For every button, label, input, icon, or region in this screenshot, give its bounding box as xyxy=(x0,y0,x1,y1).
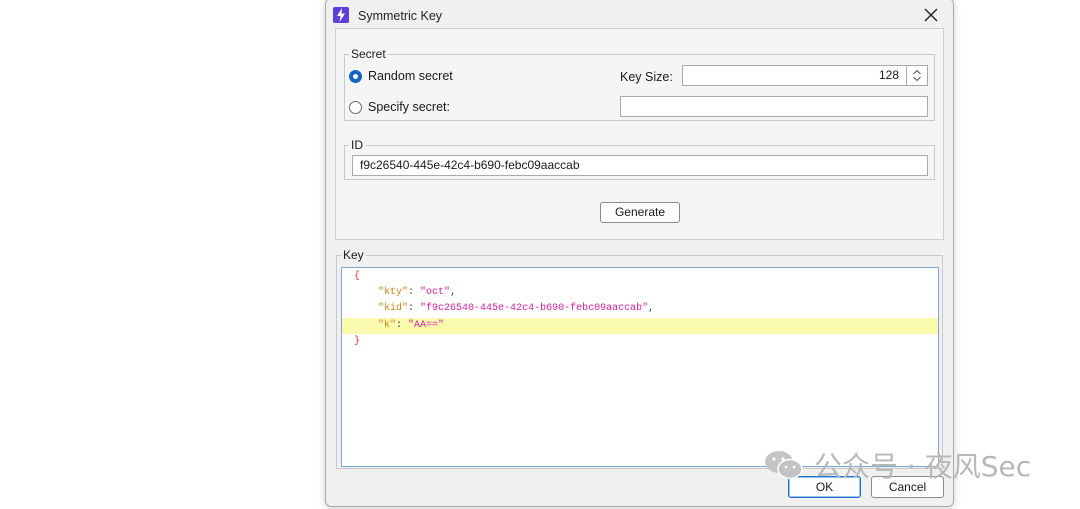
json-open-brace: { xyxy=(354,271,361,282)
key-size-spinner[interactable]: 128 xyxy=(682,65,928,86)
settings-panel: Secret Random secret Specify secret: Key… xyxy=(335,28,944,240)
specify-secret-radio[interactable]: Specify secret: xyxy=(349,100,450,114)
radio-selected-indicator xyxy=(349,69,362,83)
specify-secret-label: Specify secret: xyxy=(368,100,450,114)
json-comma: , xyxy=(450,287,457,298)
dialog-title: Symmetric Key xyxy=(358,9,443,23)
app-lightning-icon xyxy=(333,7,349,23)
radio-unselected-indicator xyxy=(349,100,362,114)
symmetric-key-dialog: Symmetric Key Secret Random secret Speci… xyxy=(325,0,954,507)
random-secret-label: Random secret xyxy=(368,69,453,83)
title-bar: Symmetric Key xyxy=(326,0,953,31)
json-line: } xyxy=(342,334,938,350)
json-value: "AA==" xyxy=(408,320,445,331)
key-json-editor[interactable]: { "kty": "oct", "kid": "f9c26540-445e-42… xyxy=(341,267,939,467)
wechat-icon xyxy=(765,451,803,480)
key-size-value: 128 xyxy=(878,68,899,82)
json-key: "kty" xyxy=(378,287,409,298)
json-close-brace: } xyxy=(354,336,361,347)
specify-secret-input[interactable] xyxy=(620,96,928,117)
random-secret-radio[interactable]: Random secret xyxy=(349,69,453,83)
json-value: "f9c26540-445e-42c4-b690-febc09aaccab" xyxy=(420,303,649,314)
json-key: "kid" xyxy=(378,303,409,314)
key-legend: Key xyxy=(343,248,364,262)
json-line: { xyxy=(342,269,938,285)
json-line: "kid": "f9c26540-445e-42c4-b690-febc09aa… xyxy=(378,303,655,314)
json-value: "oct" xyxy=(420,287,451,298)
key-size-label: Key Size: xyxy=(620,70,673,84)
id-legend: ID xyxy=(351,138,363,152)
watermark-text: 公众号 · 夜风Sec xyxy=(814,450,1032,483)
json-line: "kty": "oct", xyxy=(378,287,457,298)
spinner-arrows-icon[interactable] xyxy=(906,66,927,85)
json-line-highlighted: "k": "AA==" xyxy=(342,318,938,334)
close-icon[interactable] xyxy=(921,5,941,25)
secret-legend: Secret xyxy=(351,47,386,61)
watermark: 公众号 · 夜风Sec xyxy=(764,445,1031,485)
json-key: "k" xyxy=(378,320,397,331)
generate-button[interactable]: Generate xyxy=(600,202,680,223)
id-input[interactable]: f9c26540-445e-42c4-b690-febc09aaccab xyxy=(352,155,928,176)
json-comma: , xyxy=(648,303,655,314)
